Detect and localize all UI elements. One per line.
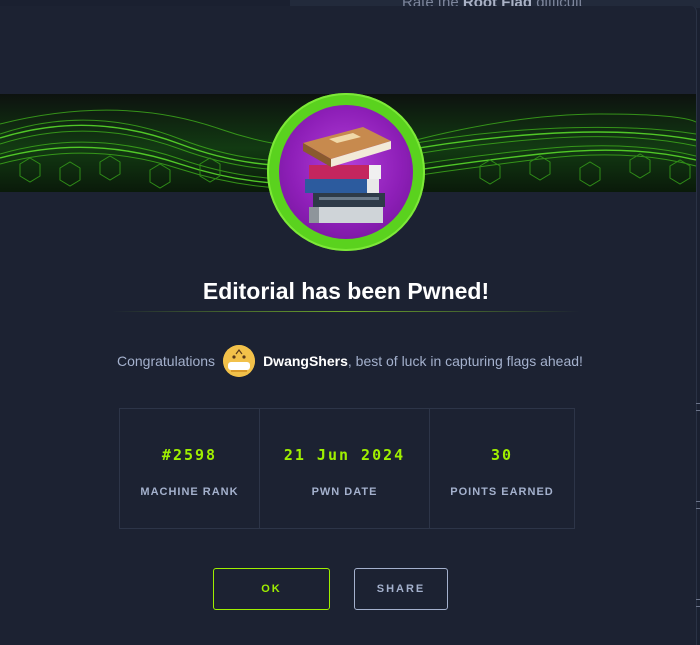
congrats-message: Congratulations DwangShers , best of luc… <box>117 345 583 377</box>
machine-rank-label: MACHINE RANK <box>140 486 239 498</box>
machine-avatar <box>267 93 425 251</box>
pwned-modal: Editorial has been Pwned! <box>0 6 697 645</box>
background-edge-marker <box>696 501 700 509</box>
smiley-avatar-icon <box>223 345 256 377</box>
congrats-suffix: , best of luck in capturing flags ahead! <box>347 353 583 369</box>
congrats-prefix: Congratulations <box>117 353 216 369</box>
share-button[interactable]: SHARE <box>354 568 448 610</box>
title-divider <box>112 311 580 312</box>
background-edge-marker <box>696 599 700 607</box>
pwn-date-label: PWN DATE <box>311 486 378 498</box>
machine-rank-value: #2598 <box>161 446 218 464</box>
stat-machine-rank: #2598 MACHINE RANK <box>120 409 260 528</box>
user-avatar[interactable] <box>223 345 256 377</box>
book-stack-icon <box>303 127 391 223</box>
stats-panel: #2598 MACHINE RANK 21 Jun 2024 PWN DATE … <box>119 408 575 529</box>
ok-button[interactable]: OK <box>213 568 330 610</box>
background-edge-marker <box>696 403 700 411</box>
username-link[interactable]: DwangShers <box>263 353 348 369</box>
stat-points-earned: 30 POINTS EARNED <box>430 409 574 528</box>
pwn-date-value: 21 Jun 2024 <box>283 446 406 464</box>
points-earned-label: POINTS EARNED <box>450 486 554 498</box>
points-earned-value: 30 <box>490 446 514 464</box>
modal-title: Editorial has been Pwned! <box>202 278 490 304</box>
stat-pwn-date: 21 Jun 2024 PWN DATE <box>260 409 430 528</box>
